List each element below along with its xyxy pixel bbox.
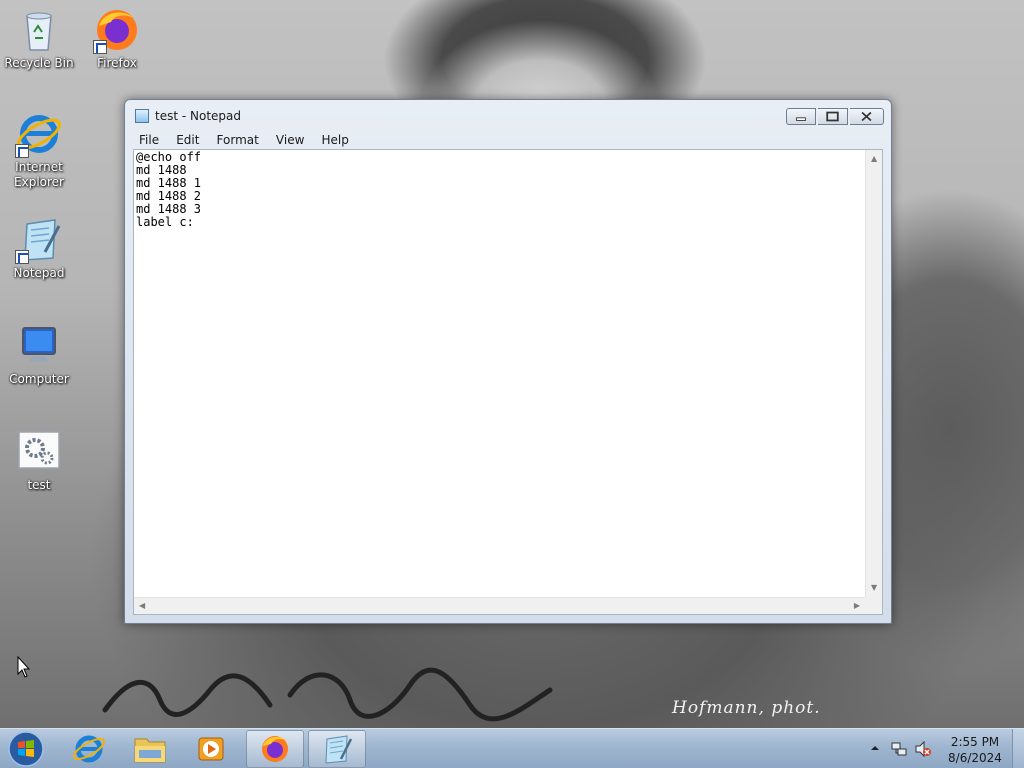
taskbar-app-media-player[interactable] — [182, 730, 240, 768]
editor-content[interactable]: @echo off md 1488 md 1488 1 md 1488 2 md… — [136, 151, 864, 597]
maximize-button[interactable] — [818, 108, 848, 125]
desktop-icon-label: Firefox — [97, 56, 137, 70]
scroll-right-icon[interactable]: ▶ — [854, 602, 860, 610]
firefox-icon — [93, 6, 141, 54]
close-icon — [861, 111, 872, 122]
recycle-bin-icon — [15, 6, 63, 54]
show-hidden-icons-icon[interactable] — [870, 743, 880, 753]
notepad-icon — [135, 109, 149, 123]
minimize-button[interactable] — [786, 108, 816, 125]
computer-icon — [15, 322, 63, 370]
scroll-up-icon[interactable]: ▲ — [871, 155, 877, 163]
show-desktop-button[interactable] — [1012, 729, 1024, 768]
batch-file-icon — [15, 428, 63, 476]
horizontal-scrollbar[interactable]: ◀ ▶ — [134, 597, 865, 614]
media-player-icon — [198, 737, 224, 761]
desktop-icon-computer[interactable]: Computer — [2, 322, 76, 387]
desktop-icon-label: Internet Explorer — [14, 160, 64, 189]
resize-grip[interactable] — [865, 597, 882, 614]
desktop-icon-test[interactable]: test — [2, 428, 76, 493]
shortcut-arrow-icon — [15, 144, 29, 158]
menu-bar: File Edit Format View Help — [133, 129, 355, 149]
clock-date: 8/6/2024 — [948, 751, 1002, 765]
menu-file[interactable]: File — [133, 131, 165, 149]
menu-edit[interactable]: Edit — [170, 131, 205, 149]
desktop-icon-internet-explorer[interactable]: Internet Explorer — [2, 110, 76, 190]
taskbar: 2:55 PM 8/6/2024 — [0, 728, 1024, 768]
notepad-icon — [325, 735, 353, 764]
maximize-icon — [826, 111, 839, 122]
firefox-icon — [262, 736, 288, 762]
signature-scrawl — [102, 667, 553, 722]
start-button[interactable] — [6, 730, 46, 768]
desktop-icon-recycle-bin[interactable]: Recycle Bin — [2, 6, 76, 71]
desktop-icon-notepad[interactable]: Notepad — [2, 216, 76, 281]
internet-explorer-icon — [15, 110, 63, 158]
menu-help[interactable]: Help — [316, 131, 355, 149]
windows-logo-icon — [8, 731, 44, 767]
desktop-icon-firefox[interactable]: Firefox — [80, 6, 154, 71]
menu-view[interactable]: View — [270, 131, 310, 149]
desktop-icon-label: Recycle Bin — [4, 56, 74, 70]
notepad-window[interactable]: test - Notepad File Edit Format View Hel… — [124, 99, 892, 624]
mouse-cursor-icon — [17, 656, 31, 678]
photo-credit: Hofmann, phot. — [672, 698, 821, 718]
window-title: test - Notepad — [155, 109, 241, 123]
desktop-icon-label: test — [27, 478, 51, 492]
volume-muted-icon[interactable] — [914, 740, 932, 758]
title-bar[interactable]: test - Notepad — [125, 100, 891, 130]
taskbar-app-notepad[interactable] — [308, 730, 366, 768]
scroll-down-icon[interactable]: ▼ — [871, 584, 877, 592]
taskbar-app-internet-explorer[interactable] — [60, 730, 118, 768]
notepad-icon — [15, 216, 63, 264]
clock-time: 2:55 PM — [950, 735, 1000, 749]
internet-explorer-icon — [72, 735, 106, 763]
shortcut-arrow-icon — [93, 40, 107, 54]
network-icon[interactable] — [890, 740, 908, 758]
vertical-scrollbar[interactable]: ▲ ▼ — [865, 150, 882, 597]
menu-format[interactable]: Format — [211, 131, 265, 149]
folder-icon — [134, 738, 166, 763]
taskbar-app-windows-explorer[interactable] — [121, 730, 179, 768]
minimize-icon — [796, 117, 806, 121]
system-clock[interactable]: 2:55 PM 8/6/2024 — [940, 734, 1010, 766]
scroll-left-icon[interactable]: ◀ — [139, 602, 145, 610]
text-editor[interactable]: @echo off md 1488 md 1488 1 md 1488 2 md… — [133, 149, 883, 615]
desktop-icon-label: Computer — [9, 372, 69, 386]
desktop-icon-label: Notepad — [13, 266, 65, 280]
taskbar-app-firefox[interactable] — [246, 730, 304, 768]
close-button[interactable] — [850, 108, 884, 125]
shortcut-arrow-icon — [15, 250, 29, 264]
